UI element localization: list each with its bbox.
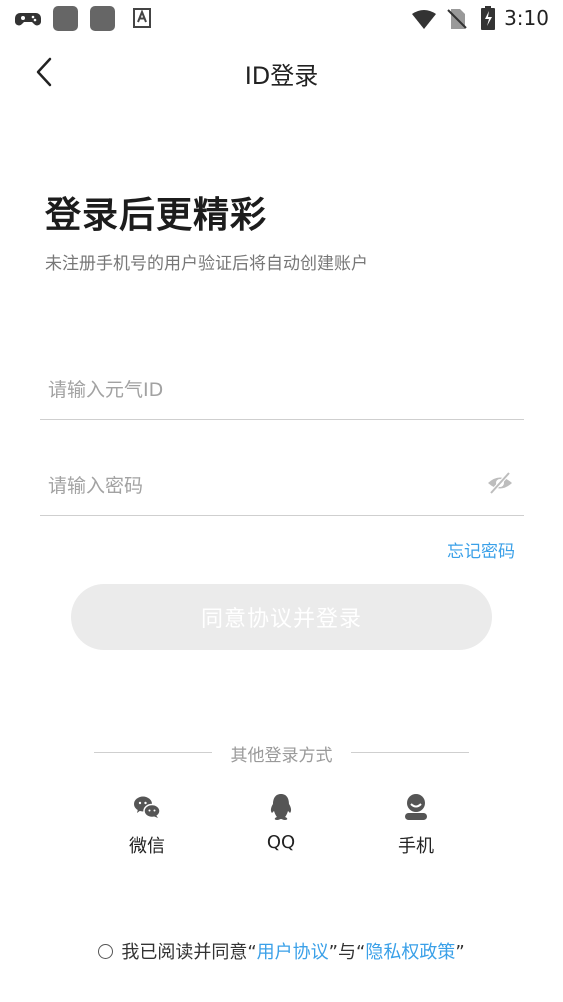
agreement-row: 我已阅读并同意“用户协议”与“隐私权政策”	[0, 938, 563, 964]
other-login-title: 其他登录方式	[0, 741, 563, 766]
gamepad-icon	[15, 13, 41, 26]
battery-charging-icon	[481, 6, 495, 30]
eye-off-icon[interactable]	[486, 469, 514, 497]
no-sim-icon	[447, 9, 467, 29]
wifi-icon	[412, 10, 436, 29]
password-input[interactable]	[46, 465, 480, 507]
headline: 登录后更精彩	[45, 195, 268, 236]
phone-label: 手机	[398, 836, 434, 857]
app-icon	[90, 6, 115, 31]
id-field	[40, 361, 524, 420]
quote-close: ”	[455, 942, 465, 963]
qq-label: QQ	[266, 832, 296, 853]
password-field	[40, 457, 524, 516]
agreement-prefix: 我已阅读并同意	[121, 942, 248, 963]
phone-login-button[interactable]: 手机	[356, 792, 476, 858]
user-agreement-link[interactable]: 用户协议	[257, 942, 329, 963]
login-button[interactable]: 同意协议并登录	[71, 584, 492, 650]
qq-login-button[interactable]: QQ	[221, 792, 341, 853]
wechat-login-button[interactable]: 微信	[87, 792, 207, 858]
qq-icon	[270, 794, 292, 820]
id-input[interactable]	[46, 369, 480, 411]
agreement-radio[interactable]	[98, 943, 114, 959]
quote-open: “	[247, 942, 257, 963]
forgot-password-link[interactable]: 忘记密码	[447, 537, 515, 562]
privacy-policy-link[interactable]: 隐私权政策	[365, 942, 455, 963]
phone-user-icon	[405, 794, 427, 820]
subheadline: 未注册手机号的用户验证后将自动创建账户	[45, 254, 368, 274]
page-title: ID登录	[244, 62, 319, 90]
keyboard-icon	[133, 8, 151, 28]
status-time: 3:10	[504, 6, 549, 30]
wechat-label: 微信	[129, 836, 165, 857]
agreement-connector: ”与“	[328, 942, 366, 963]
status-bar: 3:10	[0, 0, 563, 40]
wechat-icon	[134, 796, 161, 819]
app-icon	[53, 6, 78, 31]
